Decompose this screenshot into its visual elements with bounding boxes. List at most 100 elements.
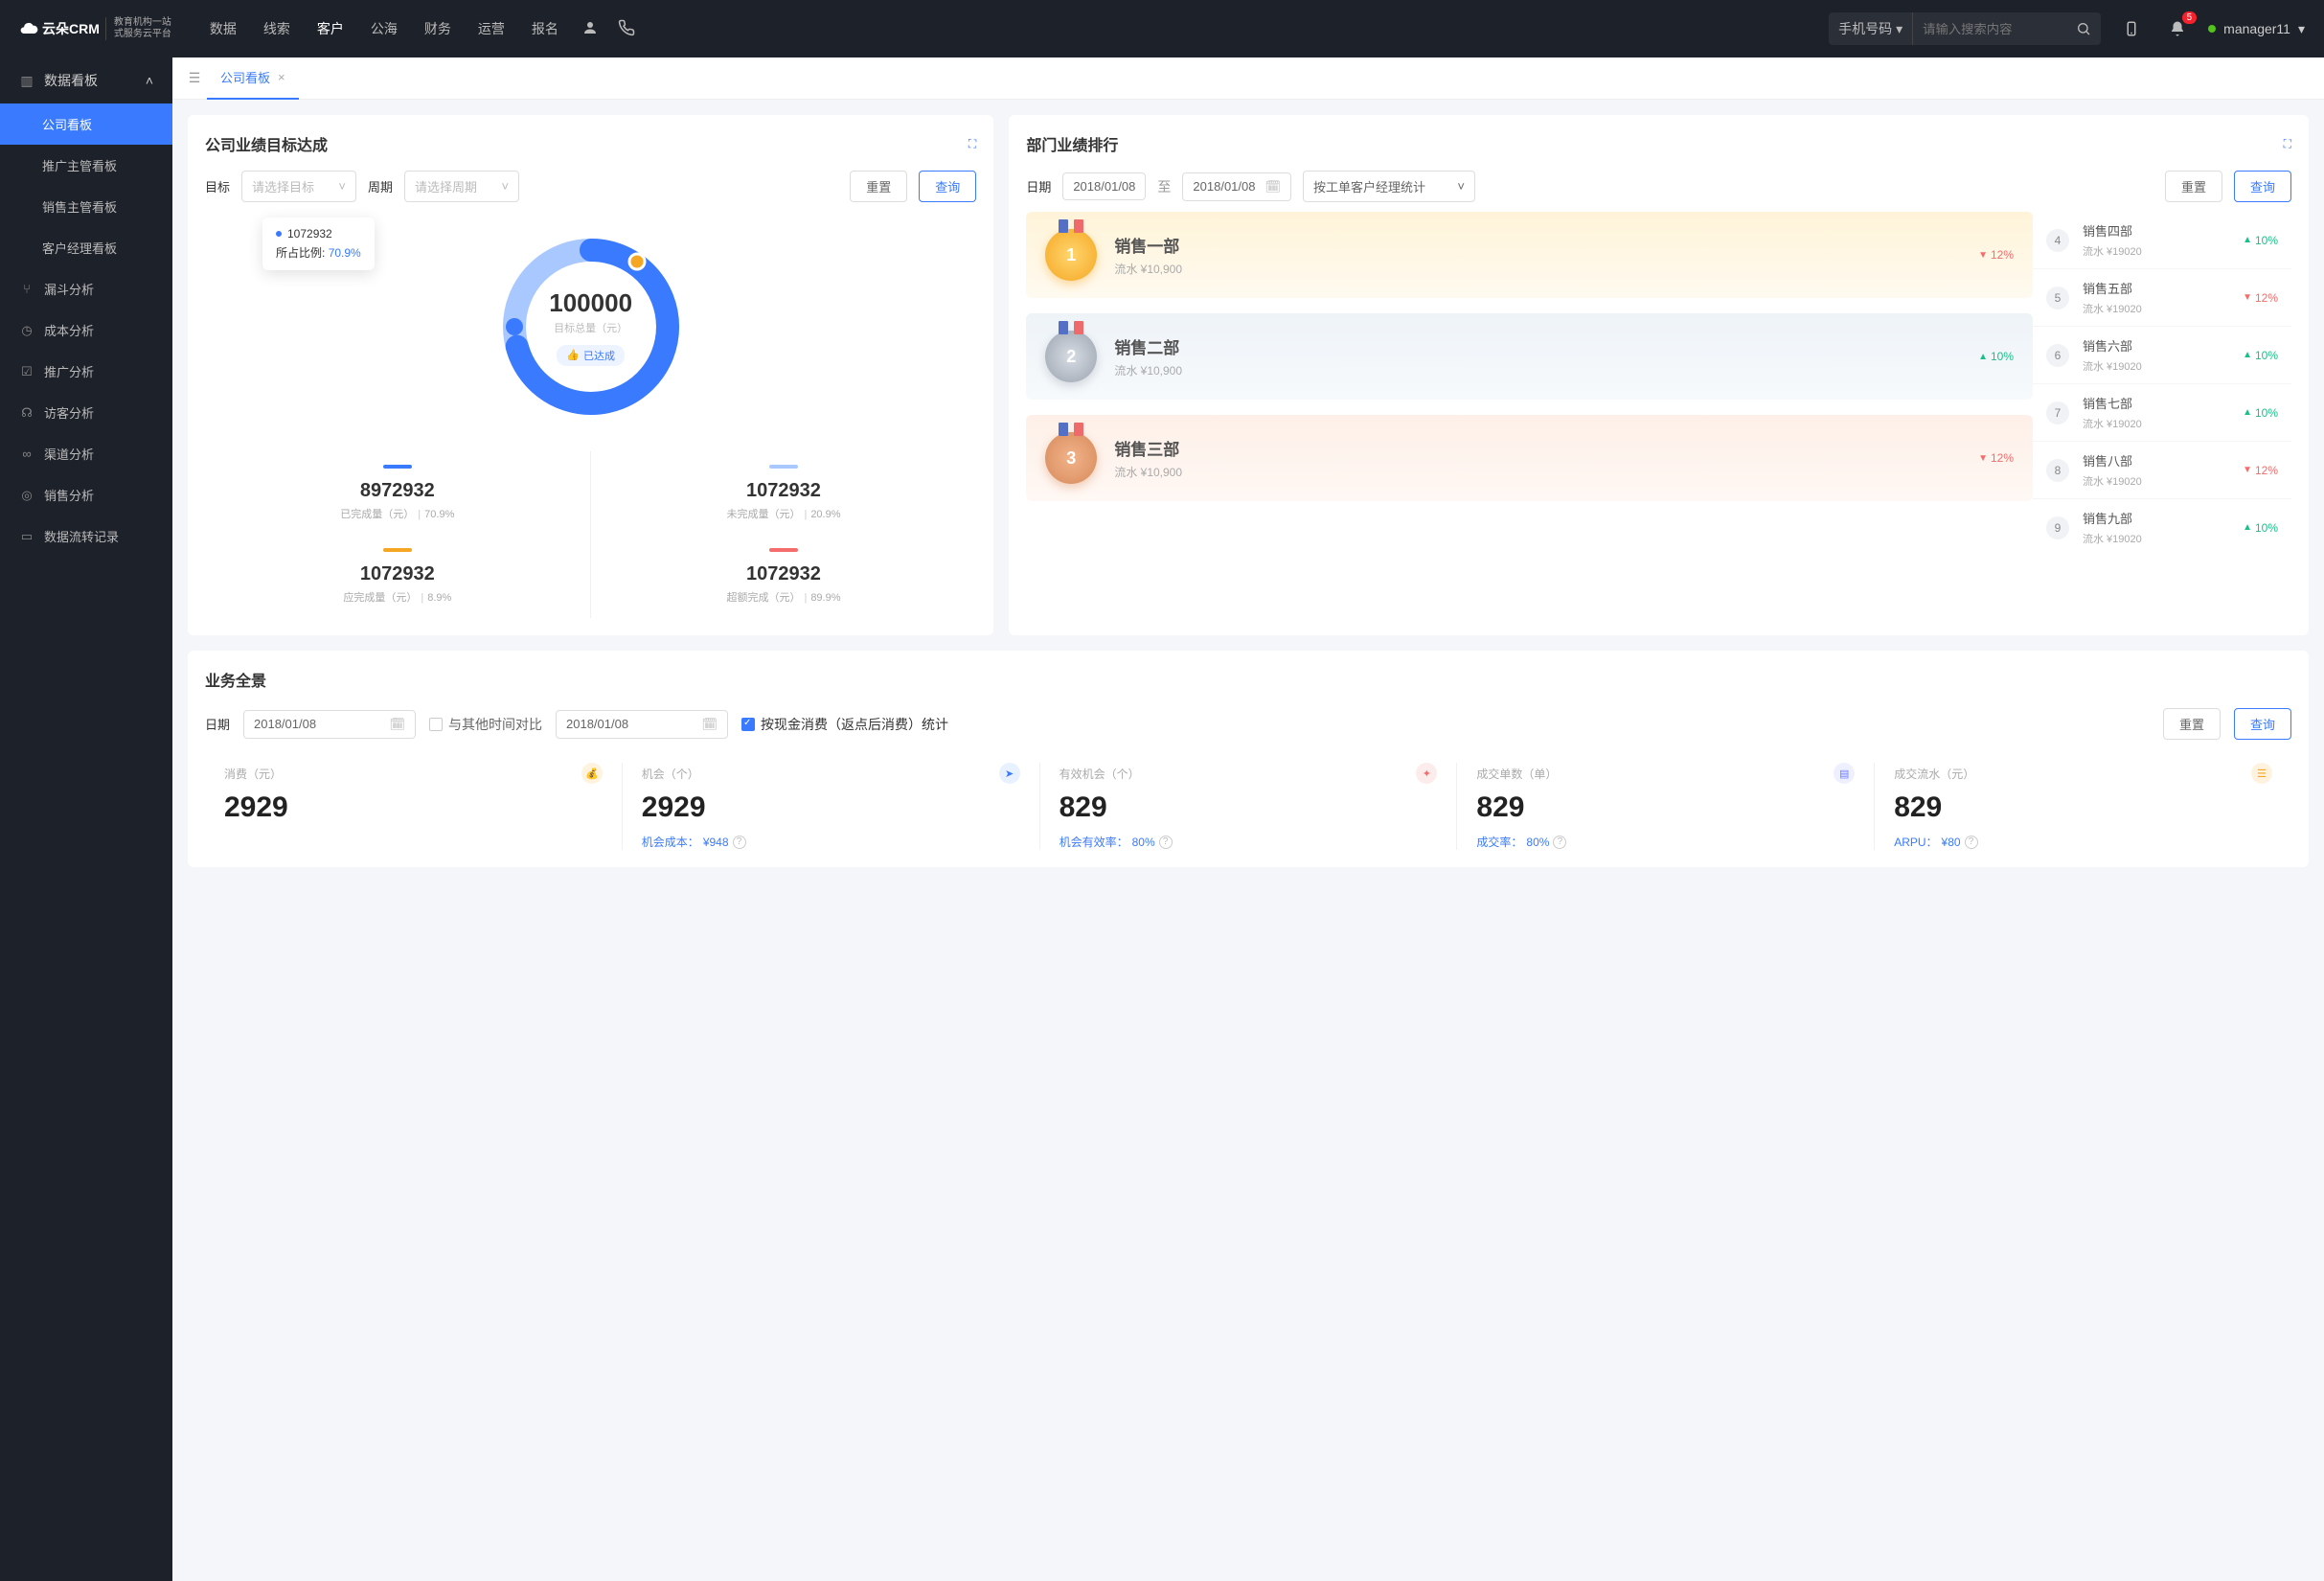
- brand-sub: 教育机构一站 式服务云平台: [105, 17, 171, 40]
- nav-icon: ◎: [19, 488, 34, 503]
- query-button[interactable]: 查询: [2234, 171, 2291, 202]
- logo-mark: 云朵CRM: [19, 19, 100, 38]
- rank-card-3: 3销售三部流水 ¥10,900▼12%: [1026, 415, 2033, 501]
- expand-icon[interactable]: ⛶: [2284, 137, 2291, 151]
- stat-bar-icon: [383, 548, 412, 552]
- user-menu[interactable]: manager11 ▾: [2208, 21, 2305, 37]
- arrow-up-icon: ▲: [2243, 350, 2252, 360]
- device-icon[interactable]: [2116, 13, 2147, 44]
- period-label: 周期: [368, 177, 393, 195]
- date2-input[interactable]: 2018/01/08🗓: [556, 710, 728, 739]
- date-label: 日期: [205, 715, 230, 733]
- search-button[interactable]: [2066, 12, 2101, 45]
- logo: 云朵CRM 教育机构一站 式服务云平台: [19, 17, 171, 40]
- topnav-item-3[interactable]: 公海: [371, 19, 398, 38]
- target-label: 目标: [205, 177, 230, 195]
- sidebar-item-6[interactable]: ▭数据流转记录: [0, 516, 172, 557]
- tab-bar: ☰ 公司看板 ×: [172, 57, 2324, 100]
- top-nav: 云朵CRM 教育机构一站 式服务云平台 数据 线索 客户 公海 财务 运营 报名 手机号码 …: [0, 0, 2324, 57]
- main: ☰ 公司看板 × 公司业绩目标达成 ⛶ 目标 请选择目标˅ 周期: [172, 57, 2324, 1581]
- rank-card-1: 1销售一部流水 ¥10,900▼12%: [1026, 212, 2033, 298]
- stat-item: 1072932超额完成（元）|89.9%: [591, 535, 977, 618]
- sidebar-item-3[interactable]: ☊访客分析: [0, 392, 172, 433]
- medal-icon: 3: [1045, 432, 1097, 484]
- gauge-label: 目标总量（元）: [554, 320, 627, 335]
- tab-company-dashboard[interactable]: 公司看板 ×: [207, 57, 299, 100]
- kpi-item: 消费（元）💰2929: [205, 763, 623, 850]
- medal-icon: 1: [1045, 229, 1097, 281]
- stat-item: 1072932应完成量（元）|8.9%: [205, 535, 591, 618]
- topnav-item-2[interactable]: 客户: [317, 19, 344, 38]
- sidebar-item-0[interactable]: ⑂漏斗分析: [0, 268, 172, 309]
- period-select[interactable]: 请选择周期˅: [404, 171, 519, 202]
- topnav-item-4[interactable]: 财务: [424, 19, 451, 38]
- chevron-up-icon: ˄: [146, 73, 153, 88]
- help-icon[interactable]: ?: [1965, 836, 1978, 849]
- date-from-input[interactable]: 2018/01/08: [1062, 172, 1146, 200]
- topnav-item-0[interactable]: 数据: [210, 19, 237, 38]
- reset-button[interactable]: 重置: [2163, 708, 2221, 740]
- rank-number: 9: [2046, 516, 2069, 539]
- help-icon[interactable]: ?: [733, 836, 746, 849]
- query-button[interactable]: 查询: [2234, 708, 2291, 740]
- arrow-down-icon: ▼: [2243, 292, 2252, 303]
- topnav-item-6[interactable]: 报名: [532, 19, 558, 38]
- query-button[interactable]: 查询: [919, 171, 976, 202]
- expand-icon[interactable]: ⛶: [968, 137, 976, 151]
- sidebar-item-1[interactable]: ◷成本分析: [0, 309, 172, 351]
- help-icon[interactable]: ?: [1553, 836, 1566, 849]
- sidebar-subitem-1[interactable]: 推广主管看板: [0, 145, 172, 186]
- bell-icon[interactable]: 5: [2162, 13, 2193, 44]
- search-box: 手机号码 ▾: [1829, 12, 2101, 45]
- close-icon[interactable]: ×: [278, 70, 285, 84]
- kpi-icon: ✦: [1416, 763, 1437, 784]
- chevron-down-icon: ˅: [501, 179, 509, 194]
- arrow-down-icon: ▼: [1978, 453, 1988, 464]
- notif-badge: 5: [2182, 11, 2198, 24]
- target-select[interactable]: 请选择目标˅: [241, 171, 356, 202]
- search-category-select[interactable]: 手机号码 ▾: [1829, 12, 1913, 45]
- phone-icon[interactable]: [618, 19, 635, 39]
- rank-number: 4: [2046, 229, 2069, 252]
- sidebar-item-4[interactable]: ∞渠道分析: [0, 433, 172, 474]
- reset-button[interactable]: 重置: [850, 171, 907, 202]
- stat-item: 1072932未完成量（元）|20.9%: [591, 451, 977, 535]
- reset-button[interactable]: 重置: [2165, 171, 2222, 202]
- sidebar-item-5[interactable]: ◎销售分析: [0, 474, 172, 516]
- topnav-item-5[interactable]: 运营: [478, 19, 505, 38]
- gauge-value: 100000: [549, 288, 632, 318]
- search-input[interactable]: [1913, 12, 2066, 45]
- mode-select[interactable]: 按工单客户经理统计˅: [1303, 171, 1475, 202]
- kpi-item: 成交流水（元）☰829ARPU：¥80?: [1875, 763, 2291, 850]
- cash-checkbox[interactable]: 按现金消费（返点后消费）统计: [741, 715, 948, 734]
- sidebar-subitem-0[interactable]: 公司看板: [0, 103, 172, 145]
- stat-bar-icon: [383, 465, 412, 469]
- arrow-up-icon: ▲: [2243, 235, 2252, 245]
- overview-title: 业务全景: [205, 668, 2291, 691]
- sidebar-subitem-2[interactable]: 销售主管看板: [0, 186, 172, 227]
- rank-row: 9销售九部流水 ¥19020▲10%: [2033, 499, 2291, 556]
- kpi-item: 成交单数（单）▤829成交率：80%?: [1457, 763, 1875, 850]
- sidebar-item-2[interactable]: ☑推广分析: [0, 351, 172, 392]
- chevron-down-icon: ˅: [1457, 179, 1465, 194]
- date1-input[interactable]: 2018/01/08🗓: [243, 710, 416, 739]
- topnav-item-1[interactable]: 线索: [263, 19, 290, 38]
- compare-checkbox[interactable]: 与其他时间对比: [429, 715, 542, 734]
- arrow-down-icon: ▼: [1978, 250, 1988, 261]
- chevron-down-icon: ▾: [2298, 21, 2305, 37]
- achieved-badge: 👍 已达成: [557, 345, 625, 366]
- sidebar-subitem-3[interactable]: 客户经理看板: [0, 227, 172, 268]
- rank-row: 4销售四部流水 ¥19020▲10%: [2033, 212, 2291, 269]
- arrow-down-icon: ▼: [2243, 465, 2252, 475]
- kpi-icon: ▤: [1834, 763, 1855, 784]
- date-to-input[interactable]: 2018/01/08🗓: [1182, 172, 1291, 201]
- sidebar-group-dashboard[interactable]: ▥ 数据看板 ˄: [0, 57, 172, 103]
- menu-icon[interactable]: ☰: [182, 70, 207, 86]
- ranking-title: 部门业绩排行: [1026, 132, 1118, 155]
- nav-icon: ☑: [19, 364, 34, 379]
- dashboard-icon: ▥: [19, 73, 34, 89]
- user-icon[interactable]: [581, 19, 599, 39]
- target-card: 公司业绩目标达成 ⛶ 目标 请选择目标˅ 周期 请选择周期˅ 重置 查询: [188, 115, 993, 635]
- help-icon[interactable]: ?: [1159, 836, 1173, 849]
- cloud-icon: [19, 19, 38, 38]
